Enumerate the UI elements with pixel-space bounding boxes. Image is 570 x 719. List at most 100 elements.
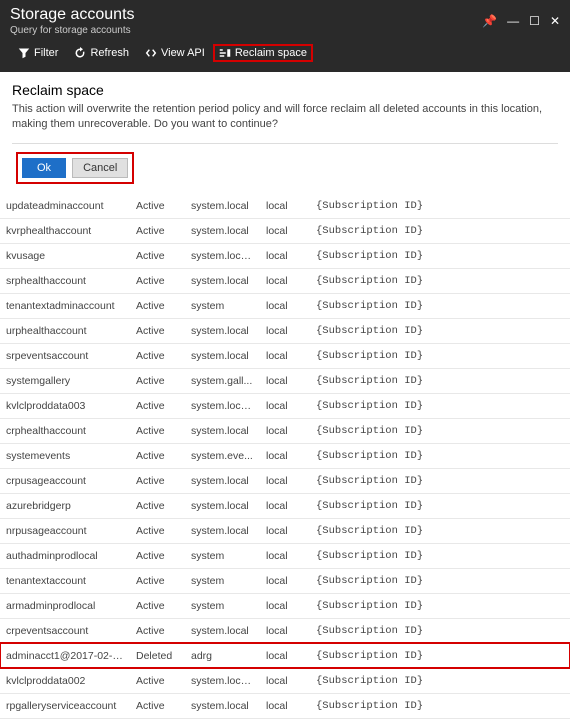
cell-status: Active [130,218,185,243]
cell-status: Active [130,194,185,219]
cell-status: Active [130,543,185,568]
minimize-icon[interactable]: — [507,14,519,28]
cell-name: kvrphealthaccount [0,218,130,243]
table-row[interactable]: crpusageaccountActivesystem.locallocal{S… [0,468,570,493]
cell-name: adminacct1@2017-02-22T18... [0,643,130,668]
cancel-button[interactable]: Cancel [72,158,128,178]
cell-resource-group: system [185,568,260,593]
cell-location: local [260,493,310,518]
cell-name: tenantextadminaccount [0,293,130,318]
cell-resource-group: system.local [185,518,260,543]
refresh-label: Refresh [90,47,129,59]
refresh-icon [74,47,86,59]
table-row[interactable]: kvlclproddata002Activesystem.loca...loca… [0,668,570,693]
cell-resource-group: system.loca... [185,668,260,693]
close-icon[interactable]: ✕ [550,14,560,28]
cell-status: Active [130,268,185,293]
reclaim-icon [219,47,231,59]
page-title: Storage accounts [10,6,135,24]
table-row[interactable]: adminacct1@2017-02-22T18...Deletedadrglo… [0,643,570,668]
view-api-button[interactable]: View API [137,44,213,62]
table-row[interactable]: kvusageActivesystem.loca...local{Subscri… [0,243,570,268]
cell-status: Active [130,593,185,618]
cell-subscription: {Subscription ID} [310,668,570,693]
cell-location: local [260,618,310,643]
table-row[interactable]: crphealthaccountActivesystem.locallocal{… [0,418,570,443]
cell-subscription: {Subscription ID} [310,368,570,393]
cell-status: Active [130,668,185,693]
cell-subscription: {Subscription ID} [310,593,570,618]
cell-location: local [260,194,310,219]
cell-status: Deleted [130,643,185,668]
cell-resource-group: system [185,543,260,568]
table-row[interactable]: crpeventsaccountActivesystem.locallocal{… [0,618,570,643]
table-row[interactable]: srphealthaccountActivesystem.locallocal{… [0,268,570,293]
cell-status: Active [130,368,185,393]
cell-location: local [260,368,310,393]
cell-status: Active [130,618,185,643]
cell-name: azurebridgerp [0,493,130,518]
cell-resource-group: system.local [185,268,260,293]
table-row[interactable]: tenantextadminaccountActivesystemlocal{S… [0,293,570,318]
cell-subscription: {Subscription ID} [310,493,570,518]
cell-status: Active [130,568,185,593]
pin-icon[interactable]: 📌 [482,14,497,28]
table-row[interactable]: tenantextaccountActivesystemlocal{Subscr… [0,568,570,593]
cell-location: local [260,343,310,368]
maximize-icon[interactable]: ☐ [529,14,540,28]
cell-resource-group: system [185,293,260,318]
cell-name: systemgallery [0,368,130,393]
window-controls: 📌 — ☐ ✕ [482,14,560,28]
table-row[interactable]: nrpusageaccountActivesystem.locallocal{S… [0,518,570,543]
table-row[interactable]: systemeventsActivesystem.eve...local{Sub… [0,443,570,468]
cell-status: Active [130,468,185,493]
cell-subscription: {Subscription ID} [310,293,570,318]
cell-subscription: {Subscription ID} [310,343,570,368]
cell-name: kvlclproddata002 [0,668,130,693]
cell-resource-group: system.loca... [185,243,260,268]
table-row[interactable]: systemgalleryActivesystem.gall...local{S… [0,368,570,393]
divider [12,143,558,144]
filter-icon [18,47,30,59]
cell-name: updateadminaccount [0,194,130,219]
cell-status: Active [130,243,185,268]
cell-subscription: {Subscription ID} [310,443,570,468]
table-row[interactable]: updateadminaccountActivesystem.localloca… [0,194,570,219]
cell-status: Active [130,493,185,518]
table-row[interactable]: kvrphealthaccountActivesystem.locallocal… [0,218,570,243]
cell-subscription: {Subscription ID} [310,218,570,243]
cell-name: srphealthaccount [0,268,130,293]
cell-subscription: {Subscription ID} [310,393,570,418]
table-row[interactable]: authadminprodlocalActivesystemlocal{Subs… [0,543,570,568]
ok-button[interactable]: Ok [22,158,66,178]
cell-name: nrpusageaccount [0,518,130,543]
cell-resource-group: system.local [185,618,260,643]
cell-status: Active [130,518,185,543]
cell-name: crphealthaccount [0,418,130,443]
refresh-button[interactable]: Refresh [66,44,137,62]
view-api-label: View API [161,47,205,59]
table-row[interactable]: rpgalleryserviceaccountActivesystem.loca… [0,693,570,718]
table-row[interactable]: srpeventsaccountActivesystem.locallocal{… [0,343,570,368]
cell-status: Active [130,418,185,443]
reclaim-space-button[interactable]: Reclaim space [213,44,313,62]
cell-subscription: {Subscription ID} [310,268,570,293]
table-row[interactable]: armadminprodlocalActivesystemlocal{Subsc… [0,593,570,618]
cell-subscription: {Subscription ID} [310,693,570,718]
cell-location: local [260,693,310,718]
cell-status: Active [130,318,185,343]
cell-location: local [260,518,310,543]
cell-resource-group: system.local [185,318,260,343]
filter-button[interactable]: Filter [10,44,66,62]
cell-resource-group: system.eve... [185,443,260,468]
cell-subscription: {Subscription ID} [310,568,570,593]
cell-status: Active [130,343,185,368]
table-row[interactable]: kvlclproddata003Activesystem.loca...loca… [0,393,570,418]
table-row[interactable]: azurebridgerpActivesystem.locallocal{Sub… [0,493,570,518]
cell-subscription: {Subscription ID} [310,543,570,568]
cell-location: local [260,318,310,343]
cell-location: local [260,668,310,693]
dialog-message: This action will overwrite the retention… [12,102,558,133]
window-header: Storage accounts Query for storage accou… [0,0,570,72]
table-row[interactable]: urphealthaccountActivesystem.locallocal{… [0,318,570,343]
